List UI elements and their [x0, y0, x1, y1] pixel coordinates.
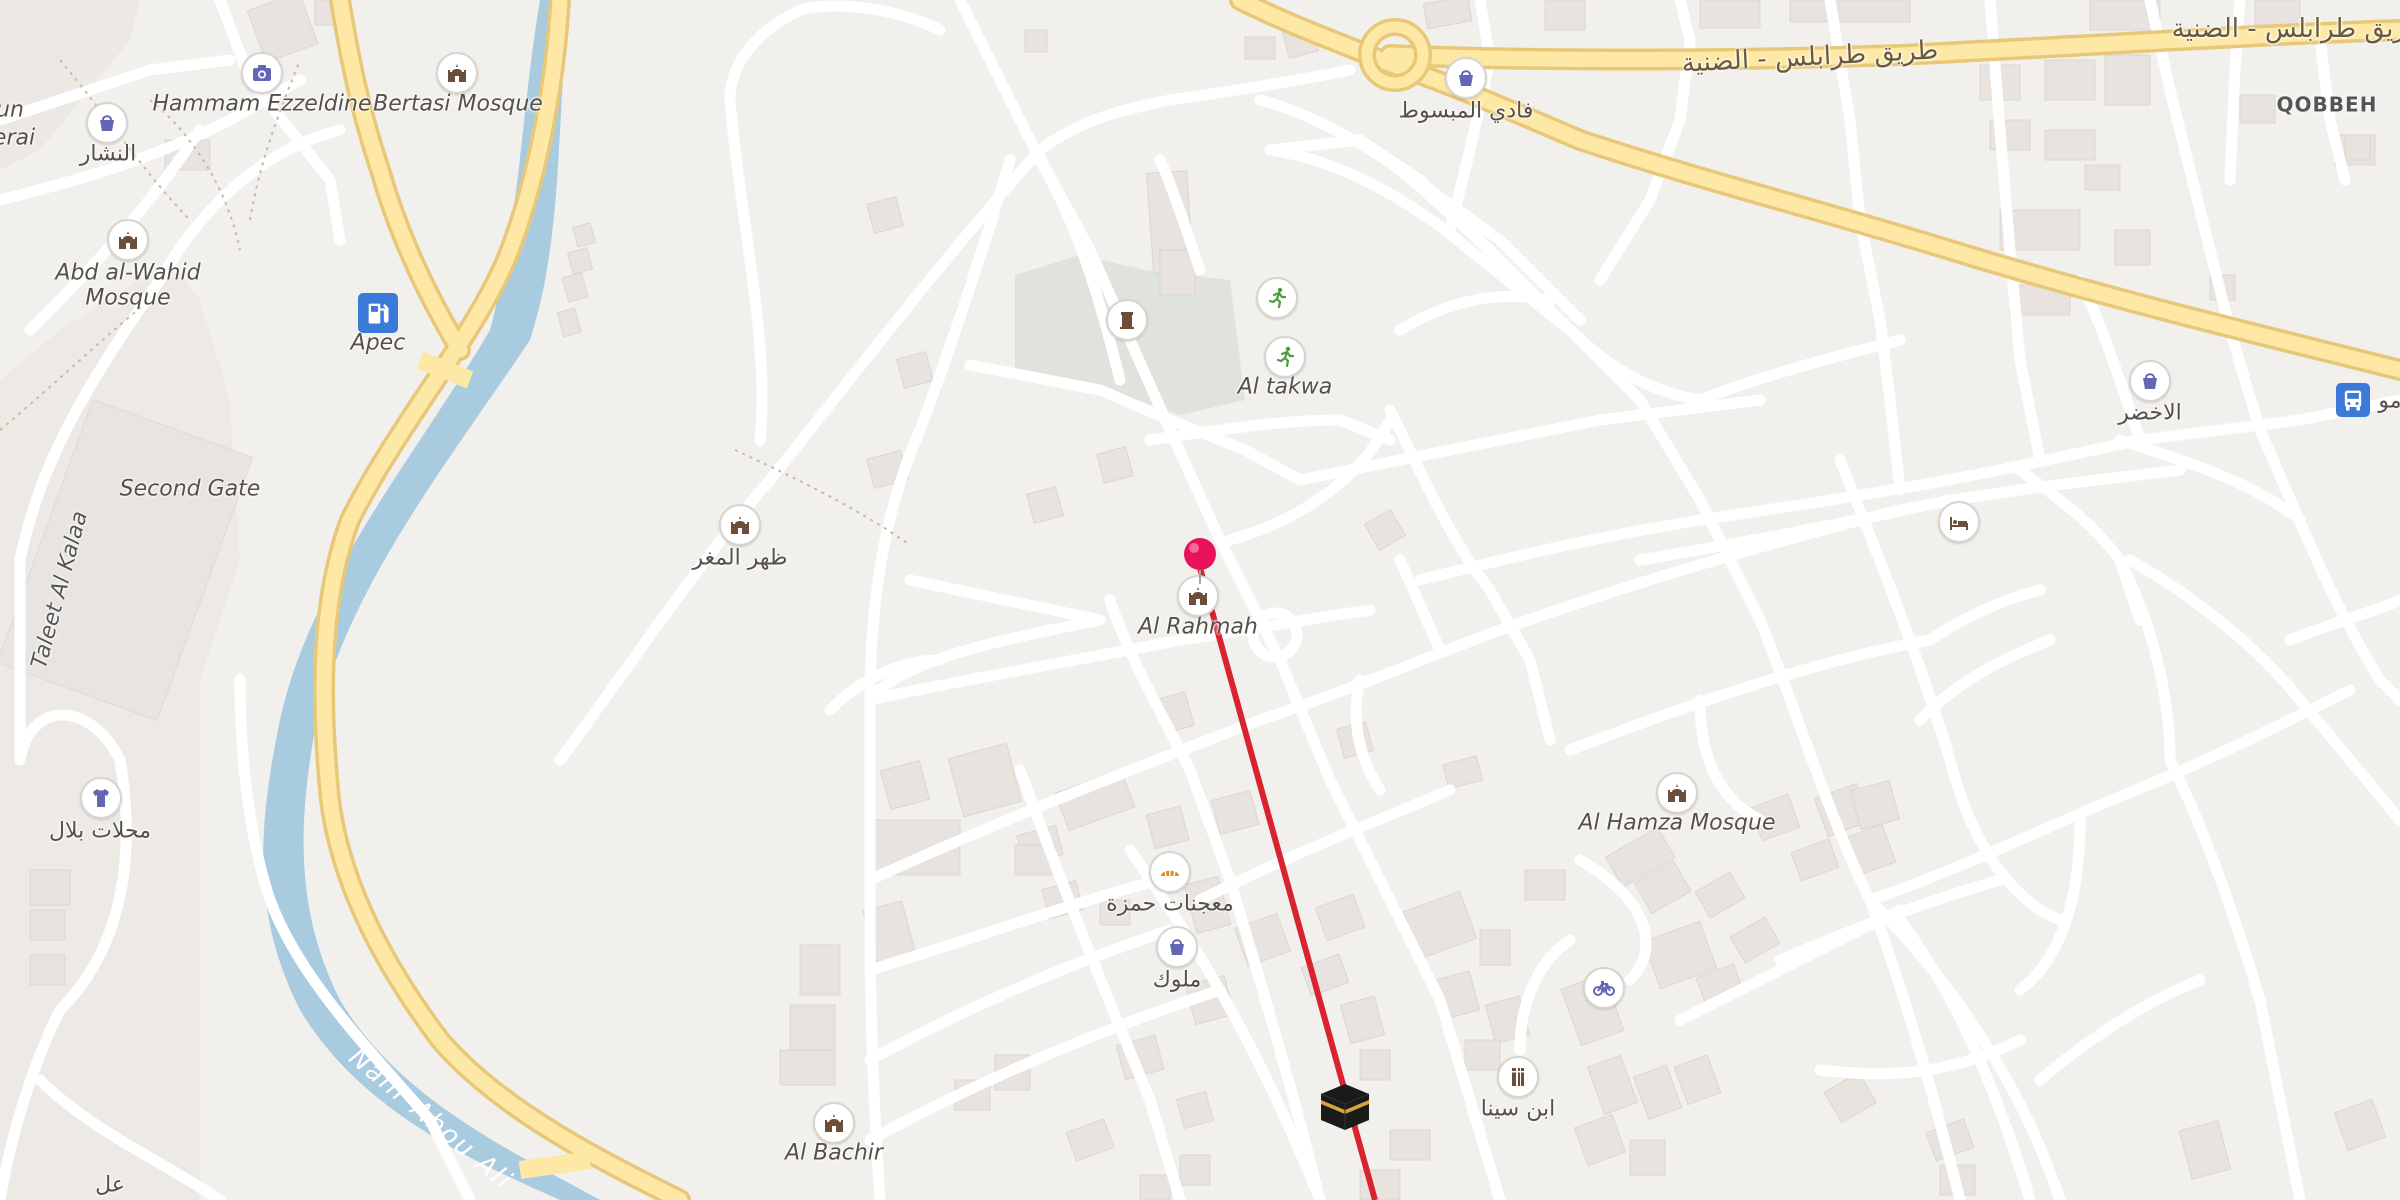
shopping-bag-icon[interactable]: [86, 102, 128, 144]
mosque-icon[interactable]: [1656, 772, 1698, 814]
place-label-nashar: النشار: [79, 141, 137, 167]
shopping-bag-icon[interactable]: [1156, 926, 1198, 968]
place-label-al-hamza-mosque: Al Hamza Mosque: [1578, 810, 1776, 836]
place-label-edge-left-2: erai: [0, 125, 36, 151]
mosque-icon[interactable]: [813, 1102, 855, 1144]
kaaba-icon[interactable]: [1317, 1078, 1373, 1136]
mosque-icon[interactable]: [107, 219, 149, 261]
road-label-tripoli-dinniyeh-east: طريق طرابلس - الضنية: [2171, 14, 2400, 45]
map-canvas[interactable]: QOBBEH طريق طرابلس - الضنية طريق طرابلس …: [0, 0, 2400, 1200]
place-label-edge-left-1: un: [0, 97, 24, 123]
clothing-shop-icon[interactable]: [80, 777, 122, 819]
location-pin-icon[interactable]: [1180, 536, 1220, 590]
place-label-hammam: Hammam Ezzeldine: [152, 91, 372, 117]
place-label-bertasi-mosque: Bertasi Mosque: [373, 91, 543, 117]
camera-icon[interactable]: [241, 52, 283, 94]
fitness-icon[interactable]: [1256, 277, 1298, 319]
place-label-second-gate: Second Gate: [119, 476, 261, 502]
place-label-edge-bottom: عل: [95, 1172, 125, 1198]
place-label-mahallat-bilal: محلات بلال: [48, 818, 152, 844]
bicycle-icon[interactable]: [1583, 967, 1625, 1009]
place-label-zahr-al-mughr: ظهر المغر: [692, 545, 788, 571]
fuel-station-icon[interactable]: [358, 293, 398, 333]
place-label-edge-right: مو: [2378, 388, 2400, 414]
place-label-hamza-pastry: معجنات حمزة: [1106, 891, 1234, 917]
mosque-icon[interactable]: [719, 504, 761, 546]
monument-icon[interactable]: [1106, 299, 1148, 341]
place-label-mlouk: ملوك: [1152, 967, 1202, 993]
place-label-al-bachir: Al Bachir: [785, 1140, 883, 1166]
place-label-al-rahmah: Al Rahmah: [1138, 614, 1258, 640]
place-label-al-akhdar: الاخضر: [2118, 400, 2182, 426]
place-label-apec: Apec: [350, 330, 406, 356]
place-label-fadi-mabsout: فادي المبسوط: [1398, 98, 1534, 124]
hotel-icon[interactable]: [1938, 501, 1980, 543]
place-label-al-takwa: Al takwa: [1237, 374, 1333, 400]
shopping-bag-icon[interactable]: [2129, 360, 2171, 402]
bus-stop-icon[interactable]: [2336, 383, 2370, 417]
shopping-bag-icon[interactable]: [1445, 57, 1487, 99]
fitness-icon[interactable]: [1264, 336, 1306, 378]
pharmacy-icon[interactable]: [1497, 1056, 1539, 1098]
district-label-qobbeh: QOBBEH: [2276, 92, 2378, 117]
place-label-ibn-sina: ابن سينا: [1480, 1096, 1556, 1122]
mosque-icon[interactable]: [436, 52, 478, 94]
place-label-abd-al-wahid: Abd al-Wahid Mosque: [55, 260, 201, 311]
bakery-icon[interactable]: [1149, 851, 1191, 893]
